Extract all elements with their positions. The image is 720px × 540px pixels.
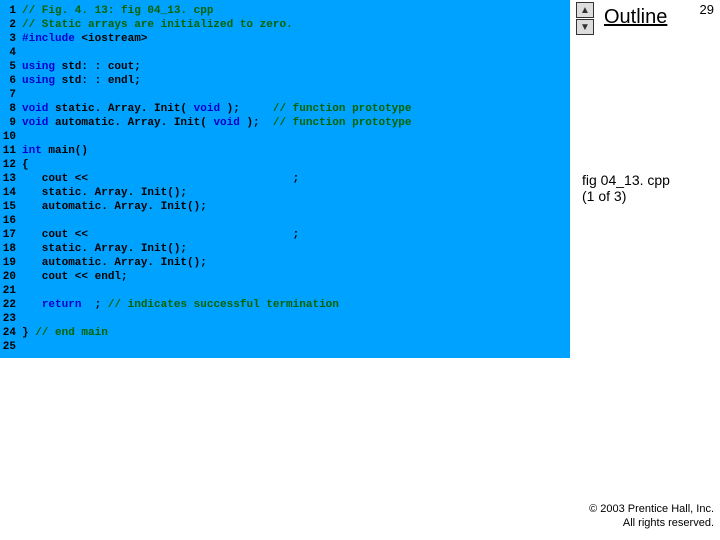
code-line: 4: [0, 46, 570, 60]
code-line: 2// Static arrays are initialized to zer…: [0, 18, 570, 32]
line-number: 14: [0, 186, 22, 200]
code-line: 14 static. Array. Init();: [0, 186, 570, 200]
right-column: ▲ ▼ Outline 29 fig 04_13. cpp (1 of 3) ©…: [570, 0, 720, 540]
code-text: // Fig. 4. 13: fig 04_13. cpp: [22, 4, 213, 18]
code-text: } // end main: [22, 326, 108, 340]
code-line: 16: [0, 214, 570, 228]
line-number: 10: [0, 130, 22, 144]
code-line: 5using std: : cout;: [0, 60, 570, 74]
code-text: static. Array. Init();: [22, 186, 187, 200]
line-number: 4: [0, 46, 22, 60]
code-line: 9void automatic. Array. Init( void ); //…: [0, 116, 570, 130]
code-line: 22 return ; // indicates successful term…: [0, 298, 570, 312]
code-line: 10: [0, 130, 570, 144]
code-line: 3#include <iostream>: [0, 32, 570, 46]
line-number: 18: [0, 242, 22, 256]
copyright: © 2003 Prentice Hall, Inc. All rights re…: [589, 502, 714, 530]
code-text: cout << ;: [22, 172, 299, 186]
code-text: using std: : endl;: [22, 74, 141, 88]
code-text: return ; // indicates successful termina…: [22, 298, 339, 312]
code-line: 23: [0, 312, 570, 326]
code-text: void static. Array. Init( void ); // fun…: [22, 102, 411, 116]
line-number: 5: [0, 60, 22, 74]
arrow-up-button[interactable]: ▲: [576, 2, 594, 18]
copyright-line1: © 2003 Prentice Hall, Inc.: [589, 503, 714, 515]
page-number: 29: [700, 2, 714, 17]
copyright-line2: All rights reserved.: [623, 517, 714, 529]
code-line: 7: [0, 88, 570, 102]
code-line: 8void static. Array. Init( void ); // fu…: [0, 102, 570, 116]
code-line: 12{: [0, 158, 570, 172]
line-number: 22: [0, 298, 22, 312]
code-text: using std: : cout;: [22, 60, 141, 74]
line-number: 23: [0, 312, 22, 326]
code-line: 1// Fig. 4. 13: fig 04_13. cpp: [0, 4, 570, 18]
line-number: 17: [0, 228, 22, 242]
line-number: 13: [0, 172, 22, 186]
file-part: (1 of 3): [582, 188, 626, 204]
code-text: void automatic. Array. Init( void ); // …: [22, 116, 412, 130]
code-line: 25: [0, 340, 570, 354]
line-number: 15: [0, 200, 22, 214]
line-number: 12: [0, 158, 22, 172]
line-number: 3: [0, 32, 22, 46]
line-number: 24: [0, 326, 22, 340]
line-number: 16: [0, 214, 22, 228]
code-text: {: [22, 158, 29, 172]
line-number: 25: [0, 340, 22, 354]
line-number: 9: [0, 116, 22, 130]
code-line: 17 cout << ;: [0, 228, 570, 242]
line-number: 20: [0, 270, 22, 284]
line-number: 19: [0, 256, 22, 270]
code-line: 21: [0, 284, 570, 298]
line-number: 6: [0, 74, 22, 88]
file-label: fig 04_13. cpp (1 of 3): [582, 172, 712, 204]
line-number: 7: [0, 88, 22, 102]
line-number: 2: [0, 18, 22, 32]
code-line: 24} // end main: [0, 326, 570, 340]
code-line: 11int main(): [0, 144, 570, 158]
line-number: 21: [0, 284, 22, 298]
file-name: fig 04_13. cpp: [582, 172, 670, 188]
code-text: static. Array. Init();: [22, 242, 187, 256]
code-text: int main(): [22, 144, 88, 158]
code-line: 6using std: : endl;: [0, 74, 570, 88]
code-text: cout << endl;: [22, 270, 128, 284]
code-line: 19 automatic. Array. Init();: [0, 256, 570, 270]
outline-heading: Outline: [604, 6, 667, 29]
code-line: 15 automatic. Array. Init();: [0, 200, 570, 214]
code-area: 1// Fig. 4. 13: fig 04_13. cpp2// Static…: [0, 0, 570, 358]
code-text: automatic. Array. Init();: [22, 200, 207, 214]
code-line: 18 static. Array. Init();: [0, 242, 570, 256]
code-text: automatic. Array. Init();: [22, 256, 207, 270]
nav-arrows: ▲ ▼: [576, 2, 594, 35]
code-text: cout << ;: [22, 228, 299, 242]
line-number: 8: [0, 102, 22, 116]
line-number: 11: [0, 144, 22, 158]
arrow-down-button[interactable]: ▼: [576, 19, 594, 35]
code-line: 13 cout << ;: [0, 172, 570, 186]
line-number: 1: [0, 4, 22, 18]
code-line: 20 cout << endl;: [0, 270, 570, 284]
code-text: // Static arrays are initialized to zero…: [22, 18, 293, 32]
code-text: #include <iostream>: [22, 32, 147, 46]
